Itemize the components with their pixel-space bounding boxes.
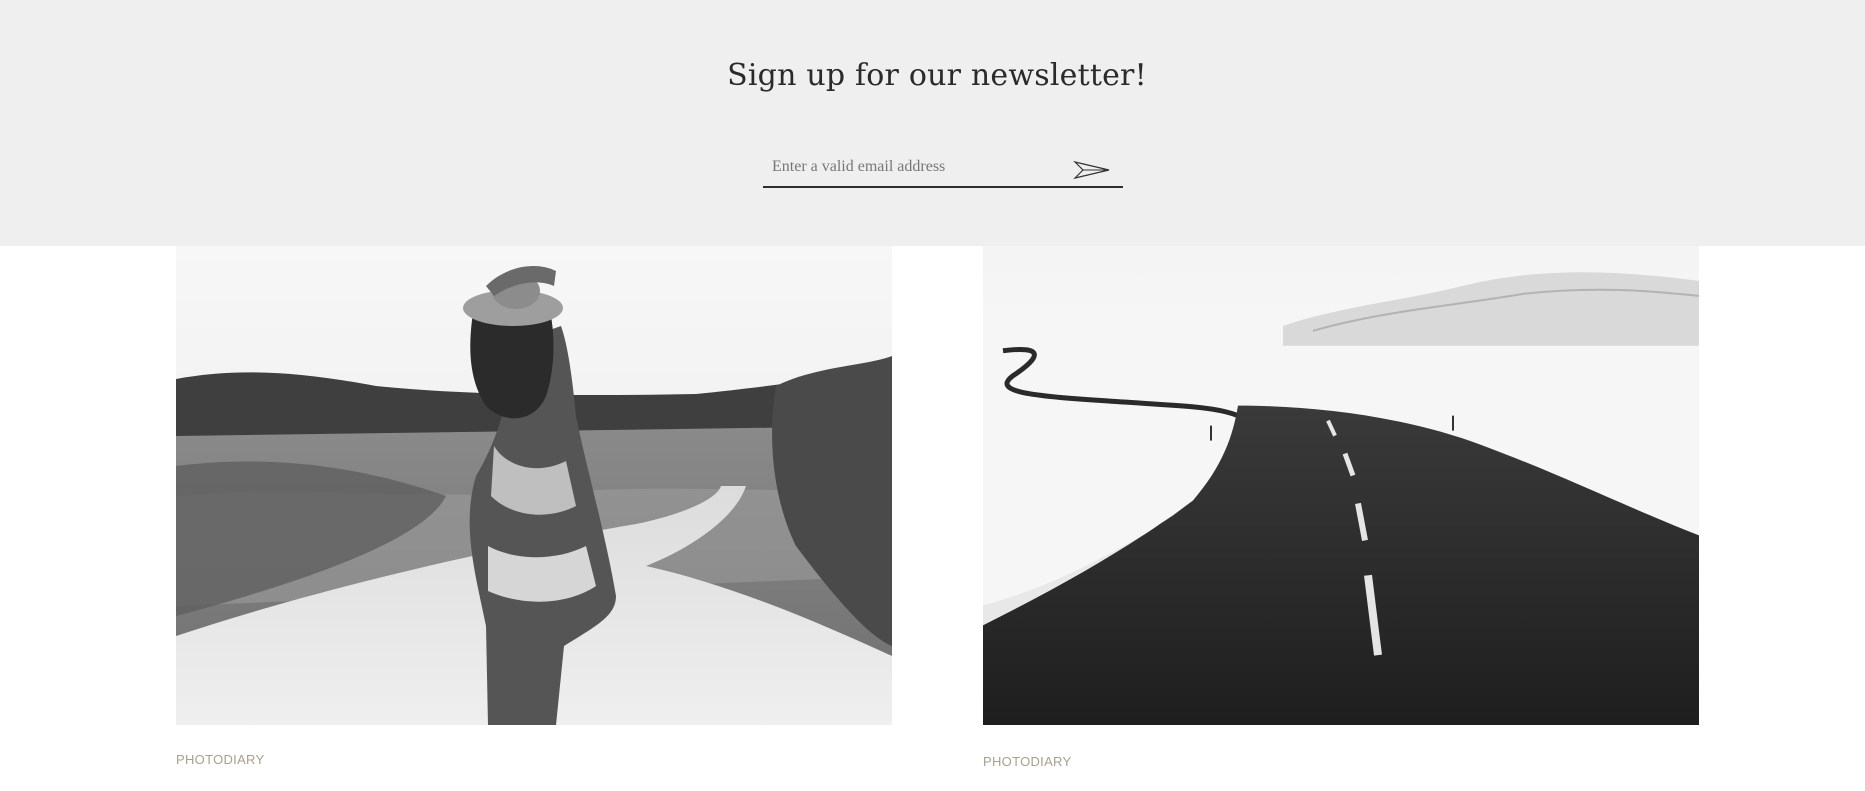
newsletter-form bbox=[763, 151, 1123, 188]
paper-plane-icon bbox=[1073, 160, 1110, 180]
woman-in-hat-on-dirt-road-photo[interactable] bbox=[176, 246, 892, 725]
newsletter-section: Sign up for our newsletter! bbox=[0, 0, 1865, 246]
newsletter-submit-button[interactable] bbox=[1071, 155, 1115, 181]
post-category[interactable]: PHOTODIARY bbox=[983, 754, 1071, 769]
email-input[interactable] bbox=[772, 155, 1072, 179]
post-card[interactable]: PHOTODIARY bbox=[983, 246, 1699, 769]
post-card[interactable]: PHOTODIARY bbox=[176, 246, 892, 767]
winding-road-through-snow-photo[interactable] bbox=[983, 246, 1699, 725]
newsletter-title: Sign up for our newsletter! bbox=[727, 58, 1147, 93]
post-category[interactable]: PHOTODIARY bbox=[176, 752, 264, 767]
